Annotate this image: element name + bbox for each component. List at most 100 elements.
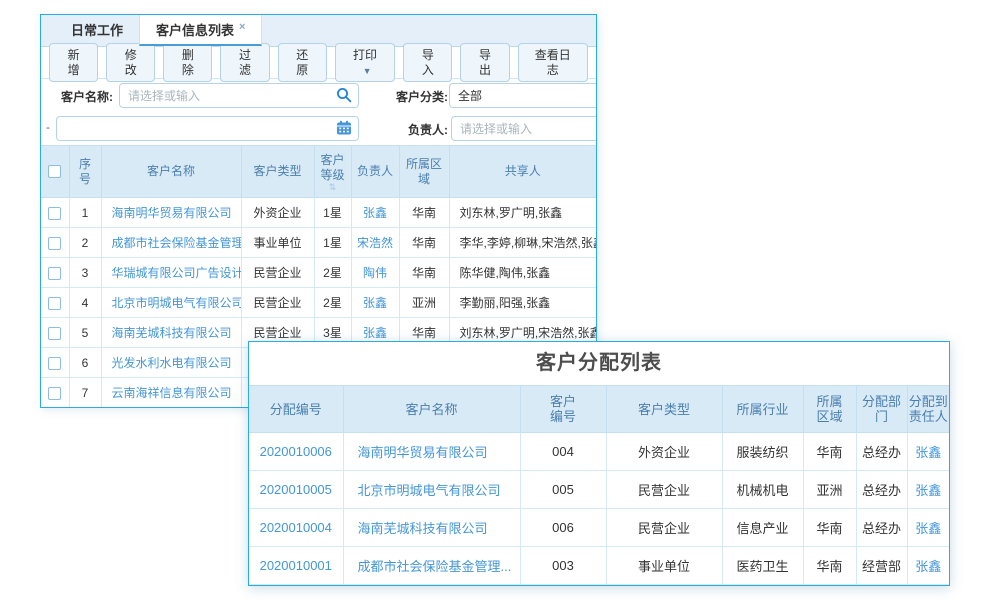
share-people: 李勤丽,阳强,张鑫 xyxy=(449,288,596,318)
allocation-code-link[interactable]: 2020010004 xyxy=(260,520,332,535)
customer-name-link[interactable]: 云南海祥信息有限公司 xyxy=(112,386,232,400)
print-button[interactable]: 打印▼ xyxy=(335,43,396,82)
row-checkbox[interactable] xyxy=(48,387,61,400)
col-header-customer-name: 客户名称 xyxy=(343,386,520,433)
row-no: 2 xyxy=(69,228,101,258)
customer-type: 外资企业 xyxy=(241,198,314,228)
department: 总经办 xyxy=(856,471,907,509)
export-button[interactable]: 导出 xyxy=(460,43,509,82)
customer-name-link[interactable]: 海南明华贸易有限公司 xyxy=(358,445,488,460)
row-checkbox[interactable] xyxy=(48,327,61,340)
customer-allocation-panel: 客户分配列表 分配编号 客户名称 客户 编号 客户类型 所属行业 所属 区域 分… xyxy=(248,341,950,586)
region: 华南 xyxy=(803,509,856,547)
owner-link[interactable]: 宋浩然 xyxy=(357,236,393,250)
table-row: 2020010004 海南芜城科技有限公司 006 民营企业 信息产业 华南 总… xyxy=(249,509,949,547)
customer-category-label: 客户分类: xyxy=(386,88,448,105)
owner-link[interactable]: 张鑫 xyxy=(363,206,387,220)
customer-level: 2星 xyxy=(314,288,351,318)
customer-category-select[interactable] xyxy=(449,83,597,108)
col-header-industry: 所属行业 xyxy=(722,386,803,433)
customer-no: 006 xyxy=(520,509,606,547)
customer-name-link[interactable]: 海南明华贸易有限公司 xyxy=(112,206,232,220)
region: 华南 xyxy=(399,228,449,258)
industry: 医药卫生 xyxy=(722,547,803,585)
date-range-separator: - xyxy=(46,120,50,134)
share-people: 刘东林,罗广明,张鑫 xyxy=(449,198,596,228)
allocation-code-link[interactable]: 2020010001 xyxy=(260,558,332,573)
customer-name-link[interactable]: 光发水利水电有限公司 xyxy=(112,356,232,370)
customer-allocation-table: 分配编号 客户名称 客户 编号 客户类型 所属行业 所属 区域 分配部 门 分配… xyxy=(249,385,949,585)
delete-button[interactable]: 删除 xyxy=(163,43,212,82)
calendar-icon[interactable] xyxy=(336,120,352,136)
row-checkbox[interactable] xyxy=(48,267,61,280)
table-row: 2020010001 成都市社会保险基金管理... 003 事业单位 医药卫生 … xyxy=(249,547,949,585)
date-input[interactable] xyxy=(56,116,359,141)
owner-link[interactable]: 张鑫 xyxy=(363,326,387,340)
customer-type: 事业单位 xyxy=(606,547,722,585)
row-no: 7 xyxy=(69,378,101,408)
responsible-person-link[interactable]: 张鑫 xyxy=(915,559,941,574)
row-checkbox[interactable] xyxy=(48,357,61,370)
close-icon[interactable]: × xyxy=(239,21,245,33)
search-icon[interactable] xyxy=(336,87,352,103)
tab-customer-info-list[interactable]: 客户信息列表× xyxy=(139,15,262,46)
table-row: 3 华瑞城有限公司广告设计部 民营企业 2星 陶伟 华南 陈华健,陶伟,张鑫 xyxy=(41,258,596,288)
customer-name-input[interactable] xyxy=(119,83,359,108)
owner-input[interactable] xyxy=(451,116,597,141)
region: 华南 xyxy=(399,198,449,228)
customer-name-link[interactable]: 北京市明城电气有限公司 xyxy=(112,296,242,310)
region: 华南 xyxy=(803,433,856,471)
department: 经营部 xyxy=(856,547,907,585)
view-log-button[interactable]: 查看日志 xyxy=(518,43,588,82)
customer-no: 005 xyxy=(520,471,606,509)
col-header-customer-type: 客户类型 xyxy=(241,146,314,198)
customer-name-link[interactable]: 海南芜城科技有限公司 xyxy=(112,326,232,340)
owner-link[interactable]: 陶伟 xyxy=(363,266,387,280)
col-header-customer-type: 客户类型 xyxy=(606,386,722,433)
region: 华南 xyxy=(803,547,856,585)
responsible-person-link[interactable]: 张鑫 xyxy=(915,445,941,460)
edit-button[interactable]: 修改 xyxy=(106,43,155,82)
allocation-code-link[interactable]: 2020010005 xyxy=(260,482,332,497)
row-checkbox[interactable] xyxy=(48,297,61,310)
customer-type: 民营企业 xyxy=(606,509,722,547)
import-button[interactable]: 导入 xyxy=(403,43,452,82)
filter-button[interactable]: 过滤 xyxy=(220,43,269,82)
restore-button[interactable]: 还原 xyxy=(278,43,327,82)
owner-link[interactable]: 张鑫 xyxy=(363,296,387,310)
row-checkbox[interactable] xyxy=(48,207,61,220)
industry: 机械机电 xyxy=(722,471,803,509)
industry: 信息产业 xyxy=(722,509,803,547)
responsible-person-link[interactable]: 张鑫 xyxy=(915,483,941,498)
customer-type: 民营企业 xyxy=(606,471,722,509)
customer-name-link[interactable]: 海南芜城科技有限公司 xyxy=(358,521,488,536)
col-header-customer-name: 客户名称 xyxy=(101,146,241,198)
department: 总经办 xyxy=(856,433,907,471)
region: 亚洲 xyxy=(803,471,856,509)
col-header-customer-level[interactable]: 客户 等级⇅ xyxy=(314,146,351,198)
department: 总经办 xyxy=(856,509,907,547)
tab-daily-work[interactable]: 日常工作 xyxy=(55,15,139,46)
add-button[interactable]: 新增 xyxy=(49,43,98,82)
col-header-department: 分配部 门 xyxy=(856,386,907,433)
customer-type: 民营企业 xyxy=(241,288,314,318)
table-header-row: 分配编号 客户名称 客户 编号 客户类型 所属行业 所属 区域 分配部 门 分配… xyxy=(249,386,949,433)
customer-name-link[interactable]: 成都市社会保险基金管理... xyxy=(358,559,512,574)
allocation-code-link[interactable]: 2020010006 xyxy=(260,444,332,459)
toolbar: 新增 修改 删除 过滤 还原 打印▼ 导入 导出 查看日志 xyxy=(41,47,596,79)
customer-no: 003 xyxy=(520,547,606,585)
customer-name-link[interactable]: 北京市明城电气有限公司 xyxy=(358,483,501,498)
row-no: 4 xyxy=(69,288,101,318)
col-header-allocation-code: 分配编号 xyxy=(249,386,343,433)
responsible-person-link[interactable]: 张鑫 xyxy=(915,521,941,536)
row-no: 1 xyxy=(69,198,101,228)
sort-icon[interactable]: ⇅ xyxy=(315,183,351,191)
row-checkbox[interactable] xyxy=(48,237,61,250)
customer-level: 2星 xyxy=(314,258,351,288)
customer-name-link[interactable]: 华瑞城有限公司广告设计部 xyxy=(112,266,242,280)
tab-label: 日常工作 xyxy=(71,23,123,38)
share-people: 陈华健,陶伟,张鑫 xyxy=(449,258,596,288)
select-all-checkbox[interactable] xyxy=(48,165,61,178)
table-row: 1 海南明华贸易有限公司 外资企业 1星 张鑫 华南 刘东林,罗广明,张鑫 xyxy=(41,198,596,228)
customer-name-link[interactable]: 成都市社会保险基金管理... xyxy=(112,236,242,250)
